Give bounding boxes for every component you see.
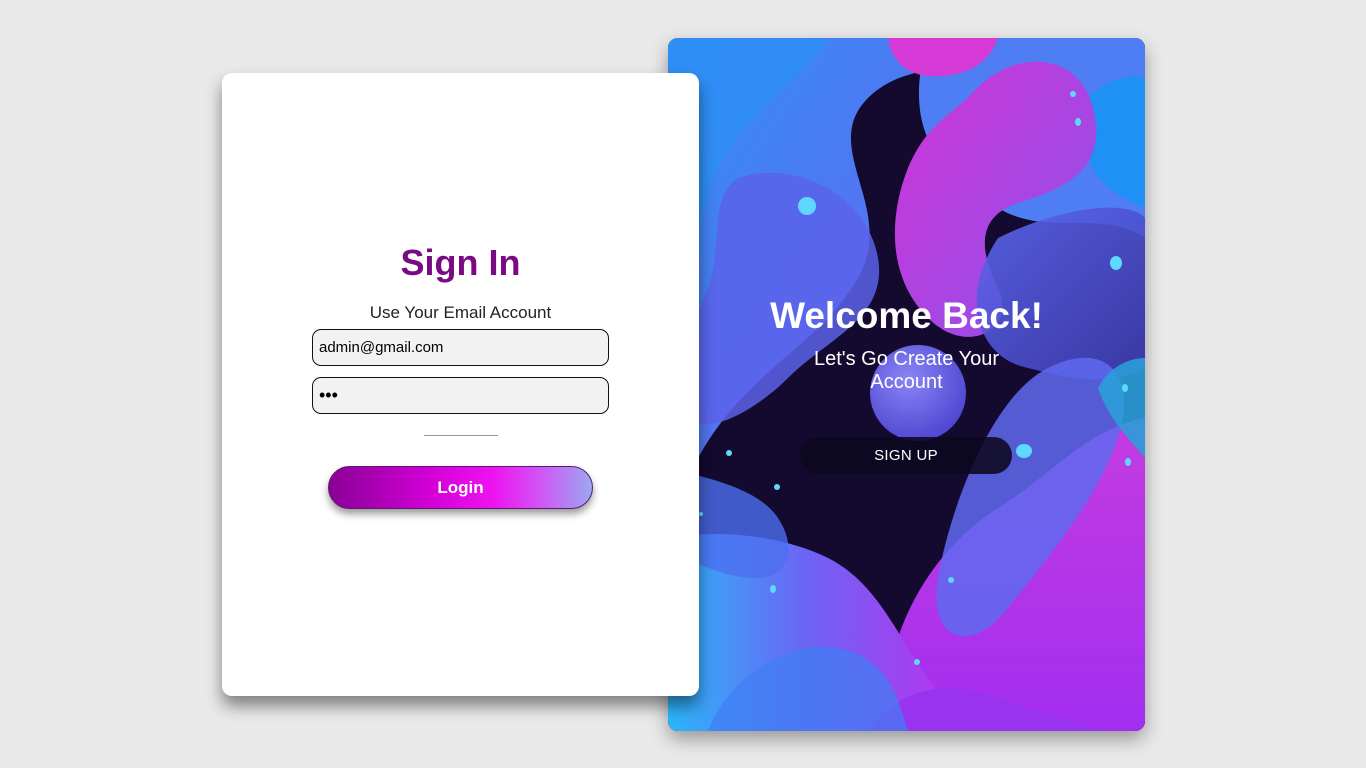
welcome-panel: Welcome Back! Let's Go Create Your Accou… — [668, 38, 1145, 731]
sign-in-subtitle: Use Your Email Account — [369, 303, 552, 322]
sign-in-card: Sign In Use Your Email Account Login — [222, 73, 699, 696]
password-field[interactable] — [312, 377, 609, 414]
email-field[interactable] — [312, 329, 609, 366]
page: Welcome Back! Let's Go Create Your Accou… — [0, 0, 1366, 768]
welcome-subtitle: Let's Go Create Your Account — [813, 348, 1000, 393]
divider — [424, 435, 498, 436]
login-button[interactable]: Login — [328, 466, 593, 509]
sign-up-button[interactable]: SIGN UP — [800, 437, 1012, 474]
welcome-content: Welcome Back! Let's Go Create Your Accou… — [668, 38, 1145, 731]
sign-in-title: Sign In — [400, 242, 521, 283]
welcome-title: Welcome Back! — [770, 295, 1043, 336]
